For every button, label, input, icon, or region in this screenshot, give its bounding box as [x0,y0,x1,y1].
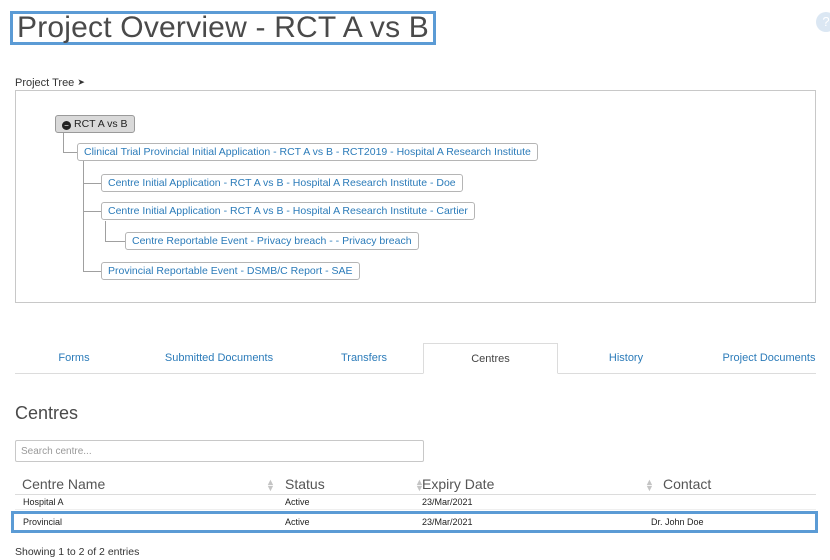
page-title: Project Overview - RCT A vs B [17,11,430,44]
tree-node-provincial-reportable-event[interactable]: Provincial Reportable Event - DSMB/C Rep… [101,262,360,280]
search-centre-input[interactable] [15,440,424,462]
tree-connector [105,221,106,241]
tab-transfers[interactable]: Transfers [305,343,423,373]
project-tree-panel: − RCT A vs B Clinical Trial Provincial In… [15,90,816,303]
tree-connector [83,183,101,184]
tree-node-centre-initial-application-cartier[interactable]: Centre Initial Application - RCT A vs B … [101,202,475,220]
column-header-expiry-date[interactable]: Expiry Date [422,476,494,492]
cell-status: Active [285,497,310,507]
cell-centre-name: Provincial [23,517,63,527]
cell-centre-name: Hospital A [23,497,64,507]
table-info: Showing 1 to 2 of 2 entries [15,546,140,558]
project-tree-label: Project Tree [15,77,75,89]
minus-circle-icon[interactable]: − [62,121,71,130]
tree-connector [83,161,84,271]
tab-forms[interactable]: Forms [15,343,133,373]
tree-root-label: RCT A vs B [74,118,128,130]
tree-node-centre-initial-application-doe[interactable]: Centre Initial Application - RCT A vs B … [101,174,463,192]
help-icon[interactable]: ? [816,12,830,32]
chevron-down-icon: ➤ [77,77,85,87]
tree-root-node[interactable]: − RCT A vs B [55,115,135,133]
column-header-centre-name[interactable]: Centre Name [22,476,105,492]
column-header-contact[interactable]: Contact [663,476,711,492]
cell-contact: Dr. John Doe [651,517,704,527]
centres-heading: Centres [15,403,79,423]
table-header: Centre Name ▲ ▼ Status ▲ ▼ Expiry Date ▲ ▼ … [15,476,816,495]
tree-node-centre-reportable-event[interactable]: Centre Reportable Event - Privacy breach… [125,232,419,250]
table-row[interactable]: Hospital A Active 23/Mar/2021 [15,495,816,510]
tab-history[interactable]: History [558,343,694,373]
tree-connector [83,271,101,272]
cell-expiry-date: 23/Mar/2021 [422,497,473,507]
column-header-status[interactable]: Status [285,476,325,492]
sort-icon[interactable]: ▲ ▼ [645,478,654,493]
tree-connector [63,133,64,152]
cell-status: Active [285,517,310,527]
project-tree-toggle[interactable]: Project Tree ➤ [15,77,85,89]
tab-centres[interactable]: Centres [423,343,558,374]
tree-connector [83,211,101,212]
tab-submitted-documents[interactable]: Submitted Documents [133,343,305,373]
tree-connector [63,152,78,153]
tab-bar: Forms Submitted Documents Transfers Cent… [15,343,816,374]
sort-icon[interactable]: ▲ ▼ [266,478,275,493]
tab-project-documents[interactable]: Project Documents [694,343,830,373]
table-row[interactable]: Provincial Active 23/Mar/2021 Dr. John D… [15,515,816,529]
cell-expiry-date: 23/Mar/2021 [422,517,473,527]
tree-node-provincial-initial-application[interactable]: Clinical Trial Provincial Initial Applic… [77,143,538,161]
page-title-box: Project Overview - RCT A vs B [10,11,437,45]
tree-connector [105,241,125,242]
